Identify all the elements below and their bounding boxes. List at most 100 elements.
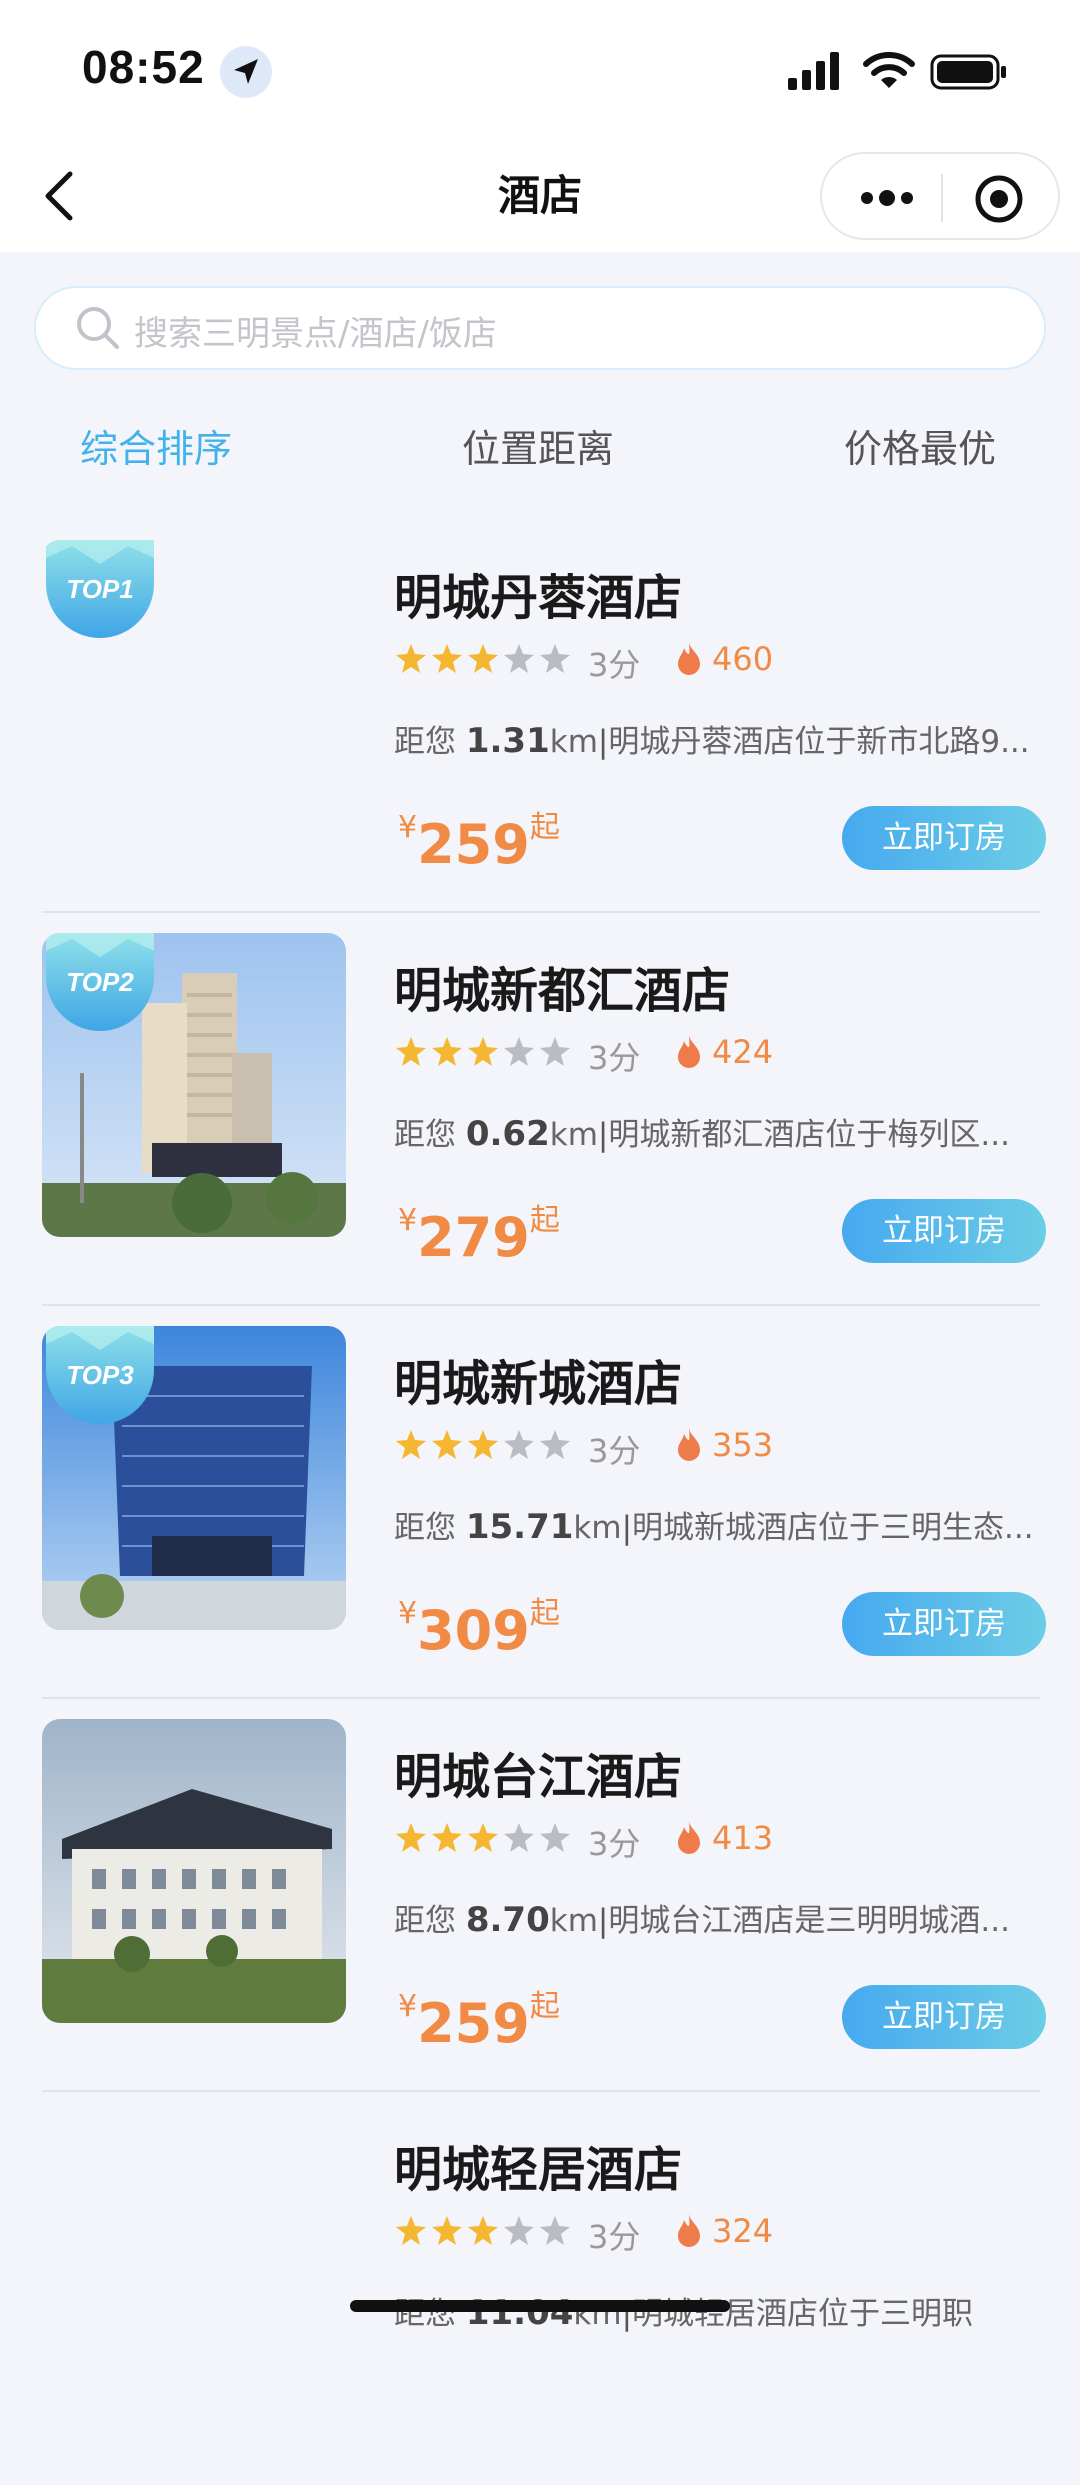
hotel-thumbnail: TOP1 [42,540,346,844]
heat-count: 413 [712,1819,774,1857]
rating-score: 3分 [588,646,641,684]
hotel-thumbnail [42,1719,346,2023]
description-text: 明城新都汇酒店位于梅列区... [608,1117,1010,1153]
description-text: 明城新城酒店位于三明生态... [632,1510,1034,1546]
star-rating [396,644,570,673]
search-icon [77,307,119,349]
description-text: 明城丹蓉酒店位于新市北路9... [608,724,1030,760]
close-miniapp-icon[interactable] [974,174,1024,224]
top-badge: TOP3 [46,1326,154,1424]
hotel-thumbnail: TOP2 [42,933,346,1237]
distance-value: 11.04 [465,2293,574,2333]
book-now-button[interactable]: 立即订房 [842,1985,1046,2049]
sort-tabs: 综合排序 位置距离 价格最优 [0,410,1080,480]
tab-price[interactable]: 价格最优 [844,418,996,473]
hotel-card[interactable]: 明城台江酒店 3分 413 距您 8.70km|明城台江酒店是三明明城酒... … [0,1699,1080,2092]
top-badge: TOP2 [46,933,154,1031]
top-badge-label: TOP1 [66,574,133,604]
hotel-description: 距您 0.62km|明城新都汇酒店位于梅列区... [394,1114,1010,1154]
currency-symbol: ¥ [398,810,418,845]
price-value: 309 [417,1599,530,1662]
distance-unit: km [549,724,598,760]
tab-distance[interactable]: 位置距离 [462,418,614,473]
rating-row: 3分 353 [394,1426,994,1470]
rating-score: 3分 [588,1432,641,1470]
price: ¥309起 [398,1588,560,1662]
top-badge-label: TOP2 [66,967,134,997]
hotel-card[interactable]: TOP2 明城新都汇酒店 3分 424 距您 0.62km|明城新都汇酒店位于梅… [0,913,1080,1306]
distance-value: 1.31 [465,721,550,761]
price-value: 259 [417,813,530,876]
hotel-description: 距您 1.31km|明城丹蓉酒店位于新市北路9... [394,721,1030,761]
hotel-name: 明城新城酒店 [394,1356,683,1412]
heat-count: 424 [712,1033,774,1071]
fire-icon [678,1035,700,1068]
price-value: 279 [417,1206,530,1269]
rating-row: 3分 460 [394,640,994,684]
rating-score: 3分 [588,1825,641,1863]
currency-symbol: ¥ [398,1596,418,1631]
nav-bar: 酒店 [0,140,1080,252]
distance-prefix: 距您 [394,1903,456,1939]
distance-unit: km [549,1903,598,1939]
price: ¥259起 [398,1981,560,2055]
distance-prefix: 距您 [394,724,456,760]
description-text: 明城台江酒店是三明明城酒... [608,1903,1010,1939]
miniapp-capsule [820,152,1060,240]
fire-icon [678,642,700,675]
hotel-thumbnail [42,2112,346,2416]
distance-value: 8.70 [465,1900,550,1940]
hotel-card[interactable]: TOP3 明城新城酒店 3分 353 距您 15.71km|明城新城酒店位于三明… [0,1306,1080,1699]
search-input[interactable]: 搜索三明景点/酒店/饭店 [34,286,1046,370]
star-rating [396,1823,570,1852]
tab-comprehensive[interactable]: 综合排序 [80,418,232,473]
hotel-name: 明城台江酒店 [394,1749,683,1805]
price-suffix: 起 [529,810,560,845]
heat-count: 353 [712,1426,774,1464]
more-icon[interactable] [857,180,917,216]
heat-count: 324 [712,2212,774,2250]
book-now-button[interactable]: 立即订房 [842,1199,1046,1263]
distance-value: 0.62 [465,1114,550,1154]
distance-unit: km [573,1510,622,1546]
heat-count: 460 [712,640,774,678]
status-bar: 08:52 [0,0,1080,140]
hotel-description: 距您 8.70km|明城台江酒店是三明明城酒... [394,1900,1010,1940]
hotel-name: 明城新都汇酒店 [394,963,731,1019]
status-time: 08:52 [82,41,205,93]
hotel-name: 明城轻居酒店 [394,2142,683,2198]
hotel-card[interactable]: TOP1 明城丹蓉酒店 3分 460 距您 1.31km|明城丹蓉酒店位于新市北… [0,520,1080,913]
fire-icon [678,1821,700,1854]
hotel-description: 距您 15.71km|明城新城酒店位于三明生态... [394,1507,1034,1547]
book-now-button[interactable]: 立即订房 [842,1592,1046,1656]
currency-symbol: ¥ [398,1203,418,1238]
price-suffix: 起 [529,1596,560,1631]
rating-score: 3分 [588,2218,641,2256]
distance-prefix: 距您 [394,1510,456,1546]
signal-icon [788,52,839,90]
rating-row: 3分 413 [394,1819,994,1863]
location-arrow-icon [220,46,272,98]
search-placeholder: 搜索三明景点/酒店/饭店 [134,314,497,354]
star-rating [396,1037,570,1066]
hotel-name: 明城丹蓉酒店 [394,570,683,626]
wifi-icon [863,52,915,88]
home-indicator[interactable] [350,2300,730,2312]
book-now-button[interactable]: 立即订房 [842,806,1046,870]
capsule-divider [941,174,943,222]
hotel-card[interactable]: 明城轻居酒店 3分 324 距您 11.04km|明城轻居酒店位于三明职 [0,2092,1080,2485]
rating-row: 3分 324 [394,2212,994,2256]
star-rating [396,2216,570,2245]
top-badge-label: TOP3 [66,1360,134,1390]
hotel-list: TOP1 明城丹蓉酒店 3分 460 距您 1.31km|明城丹蓉酒店位于新市北… [0,520,1080,2485]
distance-prefix: 距您 [394,1117,456,1153]
hotel-thumbnail: TOP3 [42,1326,346,1630]
price-suffix: 起 [529,1203,560,1238]
rating-row: 3分 424 [394,1033,994,1077]
fire-icon [678,2214,700,2247]
price-value: 259 [417,1992,530,2055]
distance-unit: km [549,1117,598,1153]
currency-symbol: ¥ [398,1989,418,2024]
battery-icon [930,54,1006,90]
fire-icon [678,1428,700,1461]
